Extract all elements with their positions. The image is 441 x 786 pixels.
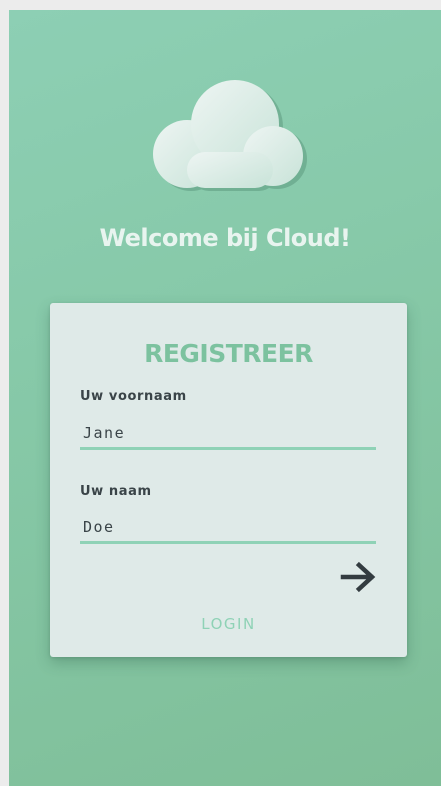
register-card: REGISTREER Uw voornaam Uw naam LOGIN <box>50 303 407 657</box>
arrow-right-icon <box>340 561 376 593</box>
register-title: REGISTREER <box>144 339 313 368</box>
first-name-input[interactable] <box>80 418 376 450</box>
welcome-title: Welcome bij Cloud! <box>99 224 351 252</box>
cloud-icon <box>147 76 307 198</box>
last-name-label: Uw naam <box>80 484 152 499</box>
submit-button[interactable] <box>339 561 379 593</box>
login-link[interactable]: LOGIN <box>50 615 407 633</box>
app-screen: Welcome bij Cloud! REGISTREER Uw voornaa… <box>9 10 441 786</box>
last-name-input[interactable] <box>80 512 376 544</box>
first-name-label: Uw voornaam <box>80 389 187 404</box>
